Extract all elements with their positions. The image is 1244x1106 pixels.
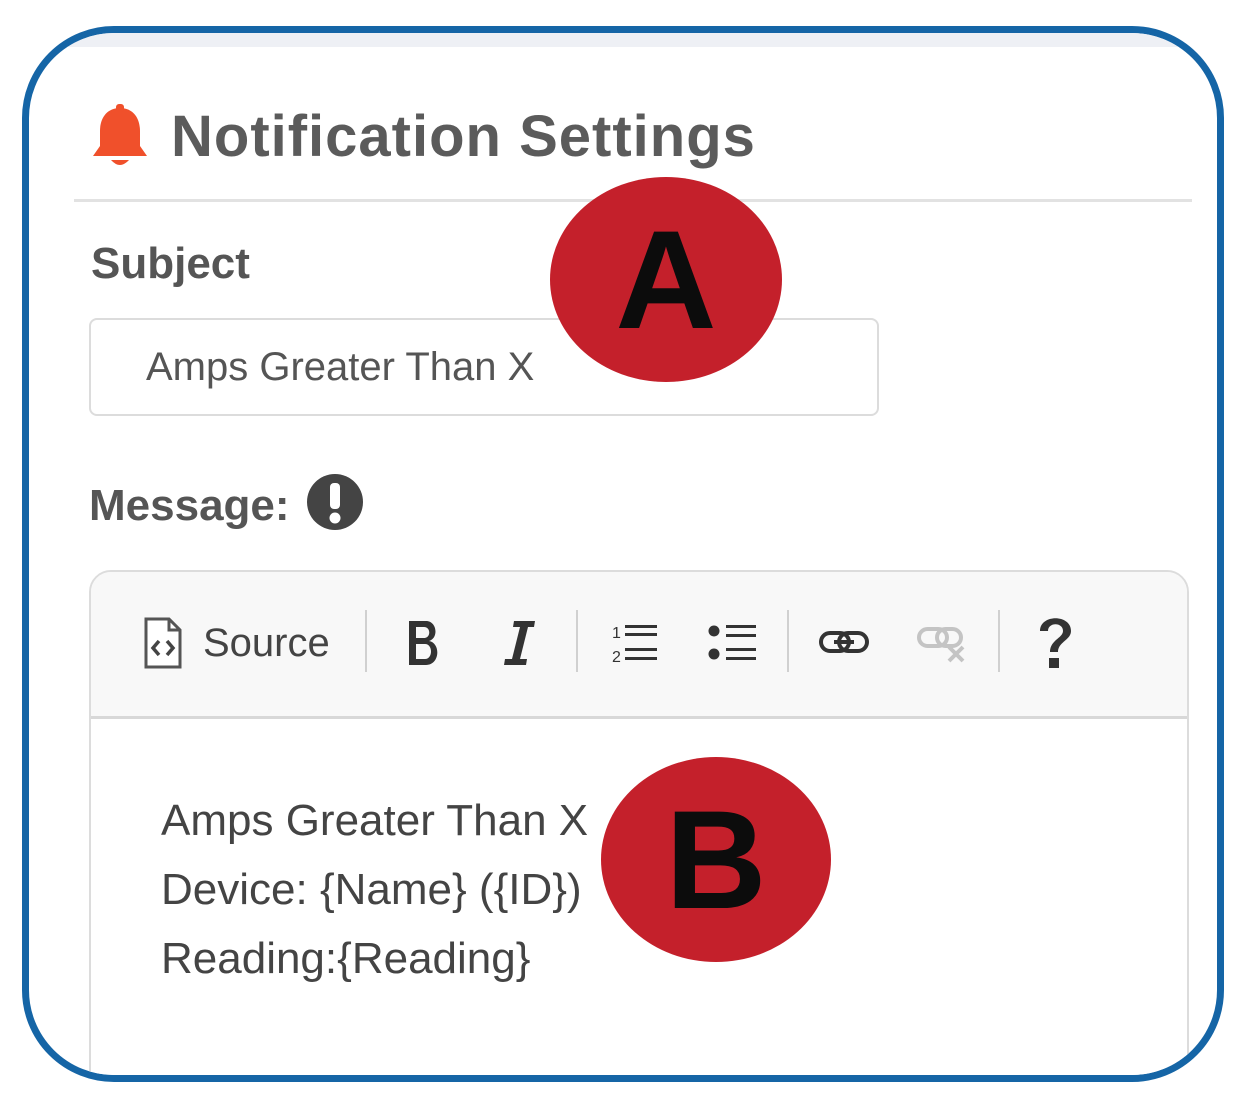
source-label: Source (203, 620, 330, 665)
callout-marker-b: B (601, 757, 831, 962)
bulleted-list-button[interactable] (708, 608, 758, 678)
editor-line: Amps Greater Than X (161, 796, 589, 845)
italic-button[interactable] (496, 608, 542, 678)
editor-line: Reading:{Reading} (161, 934, 531, 983)
bulleted-list-icon (708, 625, 756, 660)
unlink-icon (917, 627, 965, 663)
page-title: Notification Settings (171, 104, 756, 169)
callout-frame: Notification Settings Subject Message: S… (22, 26, 1224, 1082)
top-strip (29, 33, 1217, 47)
editor-line: Device: {Name} ({ID}) (161, 865, 582, 914)
italic-icon (504, 621, 535, 665)
bold-button[interactable] (401, 608, 447, 678)
toolbar-separator (787, 610, 789, 672)
unlink-button[interactable] (916, 608, 968, 678)
source-button[interactable]: Source (143, 608, 330, 678)
link-icon (819, 631, 869, 653)
toolbar-separator (365, 610, 367, 672)
editor-toolbar: Source 1 2 (91, 572, 1187, 719)
callout-marker-a: A (550, 177, 782, 382)
toolbar-separator (576, 610, 578, 672)
editor-content[interactable]: Amps Greater Than X Device: {Name} ({ID}… (161, 786, 588, 993)
help-button[interactable] (1035, 608, 1075, 678)
toolbar-separator (998, 610, 1000, 672)
svg-text:2: 2 (612, 649, 621, 665)
panel-header: Notification Settings (89, 103, 756, 170)
source-icon (144, 617, 182, 669)
svg-text:1: 1 (612, 625, 621, 642)
bell-icon (93, 103, 147, 165)
bold-icon (409, 621, 438, 665)
message-label-row: Message: (89, 474, 364, 531)
exclamation-circle-icon[interactable] (306, 473, 364, 531)
message-label: Message: (89, 481, 290, 530)
subject-label: Subject (91, 239, 250, 288)
link-button[interactable] (818, 608, 870, 678)
help-icon (1040, 618, 1071, 668)
numbered-list-icon: 1 2 (612, 625, 657, 665)
numbered-list-button[interactable]: 1 2 (611, 608, 659, 678)
